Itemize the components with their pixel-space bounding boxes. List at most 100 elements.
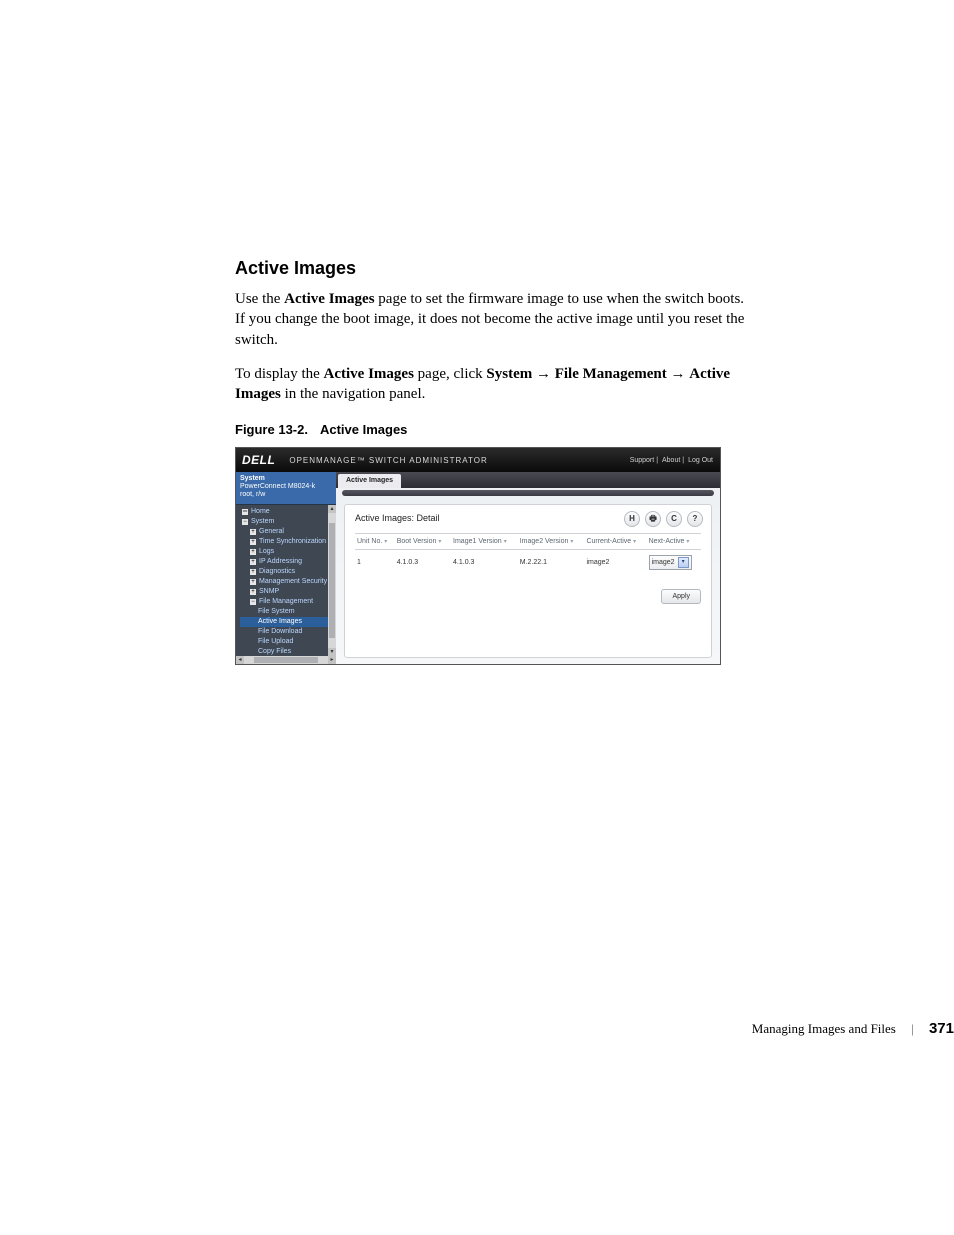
apply-button[interactable]: Apply [661, 589, 701, 604]
tree-item-label: SNMP [259, 587, 279, 597]
footer-chapter: Managing Images and Files [752, 1021, 896, 1036]
table-header-row: Unit No.▾ Boot Version▾ Image1 Version▾ … [355, 534, 701, 550]
next-active-select[interactable]: image2 ▾ [649, 555, 692, 570]
collapse-icon[interactable]: ═ [242, 509, 248, 515]
tree-item-label: Logs [259, 547, 274, 557]
tree-item-file-download[interactable]: File Download [240, 627, 336, 637]
cell-next: image2 ▾ [647, 550, 701, 576]
expand-icon[interactable]: + [250, 529, 256, 535]
arrow: → [532, 366, 555, 382]
tree-item-system[interactable]: −System [240, 517, 336, 527]
divider: | [682, 457, 684, 464]
scroll-down-icon[interactable]: ▾ [328, 648, 336, 656]
vertical-scrollbar[interactable]: ▴ ▾ [328, 505, 336, 656]
top-links: Support| About| Log Out [629, 457, 714, 464]
tree-item-file-management[interactable]: −File Management [240, 597, 336, 607]
tree-item-label: Time Synchronization [259, 537, 326, 547]
main-area: Active Images Active Images: Detail H 🖶 … [336, 472, 720, 664]
col-image2-version[interactable]: Image2 Version▾ [518, 534, 585, 550]
scroll-right-icon[interactable]: ▸ [328, 656, 336, 664]
tree-item-general[interactable]: +General [240, 527, 336, 537]
tree-item-ip-addressing[interactable]: +IP Addressing [240, 557, 336, 567]
print-icon[interactable]: 🖶 [645, 511, 661, 527]
arrow: → [667, 366, 690, 382]
col-next-active[interactable]: Next-Active▾ [647, 534, 701, 550]
tree-item-label: Active Images [258, 617, 302, 627]
document-page: Active Images Use the Active Images page… [0, 0, 954, 1235]
col-boot-version[interactable]: Boot Version▾ [395, 534, 451, 550]
app-titlebar: DELL OPENMANAGE™ SWITCH ADMINISTRATOR Su… [236, 448, 720, 472]
sidebar-user: root, r/w [240, 491, 332, 499]
screenshot: DELL OPENMANAGE™ SWITCH ADMINISTRATOR Su… [235, 447, 721, 665]
sort-icon: ▾ [504, 539, 507, 545]
expand-icon[interactable]: + [250, 579, 256, 585]
scroll-thumb[interactable] [254, 657, 318, 663]
expand-icon[interactable]: + [250, 569, 256, 575]
paragraph-1: Use the Active Images page to set the fi… [235, 289, 745, 350]
dell-logo: DELL [242, 453, 275, 467]
tree-item-snmp[interactable]: +SNMP [240, 587, 336, 597]
sidebar-system-label: System [240, 475, 332, 483]
tree-item-label: Home [251, 507, 270, 517]
col-current-active[interactable]: Current-Active▾ [584, 534, 646, 550]
text: page, click [414, 366, 486, 382]
tree-item-label: File Download [258, 627, 302, 637]
link-about[interactable]: About [662, 457, 680, 464]
figure-caption: Figure 13-2.Active Images [235, 422, 745, 437]
refresh-icon[interactable]: C [666, 511, 682, 527]
cell-img1: 4.1.0.3 [451, 550, 518, 576]
expand-icon[interactable]: + [250, 539, 256, 545]
nav-system: System [486, 366, 532, 382]
tree-item-label: IP Addressing [259, 557, 302, 567]
table-row: 1 4.1.0.3 4.1.0.3 M.2.22.1 image2 image2… [355, 550, 701, 576]
tree-item-file-system[interactable]: File System [240, 607, 336, 617]
sort-icon: ▾ [384, 539, 387, 545]
text: To display the [235, 366, 324, 382]
tree-item-label: Diagnostics [259, 567, 295, 577]
sidebar-header: System PowerConnect M8024-k root, r/w [236, 472, 336, 505]
cell-boot: 4.1.0.3 [395, 550, 451, 576]
tree-item-diagnostics[interactable]: +Diagnostics [240, 567, 336, 577]
tree-item-time-synchronization[interactable]: +Time Synchronization [240, 537, 336, 547]
help-icon[interactable]: ? [687, 511, 703, 527]
text: in the navigation panel. [281, 386, 426, 402]
horizontal-scrollbar[interactable]: ◂ ▸ [236, 656, 336, 664]
sort-icon: ▾ [570, 539, 573, 545]
scroll-up-icon[interactable]: ▴ [328, 505, 336, 513]
tree-item-label: Copy Files [258, 647, 291, 656]
apply-row: Apply [355, 593, 701, 600]
col-image1-version[interactable]: Image1 Version▾ [451, 534, 518, 550]
tree-item-file-upload[interactable]: File Upload [240, 637, 336, 647]
detail-panel: Active Images: Detail H 🖶 C ? Unit No.▾ [344, 504, 712, 658]
chevron-down-icon[interactable]: ▾ [678, 557, 689, 568]
tree-item-home[interactable]: ═Home [240, 507, 336, 517]
sidebar: System PowerConnect M8024-k root, r/w ═H… [236, 472, 336, 664]
expand-icon[interactable]: + [250, 549, 256, 555]
sort-icon: ▾ [686, 539, 689, 545]
footer-divider: | [911, 1021, 914, 1036]
section-heading: Active Images [235, 258, 745, 279]
nav-tree: ═Home−System+General+Time Synchronizatio… [236, 505, 336, 656]
tab-active-images[interactable]: Active Images [338, 474, 401, 488]
tab-row: Active Images [336, 472, 720, 488]
expand-icon[interactable]: + [250, 559, 256, 565]
col-unit[interactable]: Unit No.▾ [355, 534, 395, 550]
tree-item-active-images[interactable]: Active Images [240, 617, 336, 627]
tree-item-copy-files[interactable]: Copy Files [240, 647, 336, 656]
tree-item-label: General [259, 527, 284, 537]
nav-tree-container: ═Home−System+General+Time Synchronizatio… [236, 505, 336, 656]
link-logout[interactable]: Log Out [688, 457, 713, 464]
scroll-left-icon[interactable]: ◂ [236, 656, 244, 664]
term-active-images: Active Images [284, 291, 374, 307]
tree-item-management-security[interactable]: +Management Security [240, 577, 336, 587]
save-icon[interactable]: H [624, 511, 640, 527]
tree-item-label: File Upload [258, 637, 293, 647]
link-support[interactable]: Support [630, 457, 655, 464]
scroll-thumb[interactable] [329, 523, 335, 638]
expand-icon[interactable]: + [250, 589, 256, 595]
tree-item-logs[interactable]: +Logs [240, 547, 336, 557]
collapse-icon[interactable]: − [250, 599, 256, 605]
collapse-icon[interactable]: − [242, 519, 248, 525]
paragraph-2: To display the Active Images page, click… [235, 364, 745, 405]
app-body: System PowerConnect M8024-k root, r/w ═H… [236, 472, 720, 664]
